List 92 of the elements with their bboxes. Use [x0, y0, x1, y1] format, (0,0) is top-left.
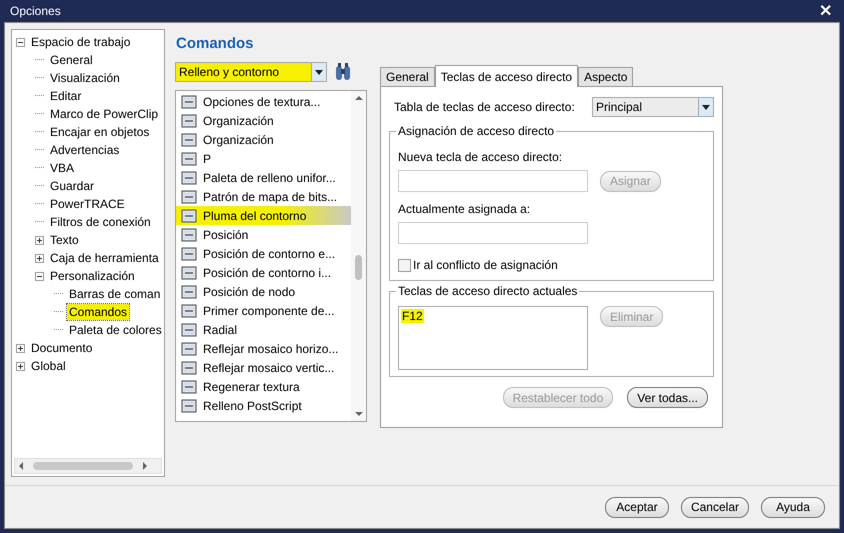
command-item[interactable]: Reflejar mosaico horizo... [176, 339, 351, 358]
expander-icon[interactable] [35, 254, 44, 262]
command-icon [181, 150, 197, 166]
command-item[interactable]: Opciones de textura... [176, 92, 351, 111]
command-item[interactable]: P [176, 149, 351, 168]
scroll-right-arrow-icon[interactable] [142, 462, 148, 470]
tree-item[interactable]: Marco de PowerClip [48, 106, 160, 122]
expander-icon[interactable] [16, 344, 25, 352]
command-item[interactable]: Paleta de relleno unifor... [176, 168, 351, 187]
command-icon [181, 264, 197, 280]
dialog-button[interactable]: Ayuda [761, 496, 825, 518]
command-item[interactable]: Reflejar mosaico vertic... [176, 358, 351, 377]
checkbox-label: Ir al conflicto de asignación [413, 258, 558, 272]
field-label: Nueva tecla de acceso directo: [398, 150, 564, 164]
tree-item[interactable]: Caja de herramienta [48, 250, 161, 266]
command-icon [181, 302, 197, 318]
tree-item[interactable]: Advertencias [48, 142, 122, 158]
command-icon [181, 132, 197, 148]
tree-item[interactable]: Personalización [48, 268, 137, 284]
tree-item[interactable]: Global [29, 358, 68, 374]
tree-item[interactable]: Guardar [48, 178, 96, 194]
command-icon [181, 112, 197, 128]
tree-item[interactable]: Filtros de conexión [48, 214, 153, 230]
group-title: Asignación de acceso directo [396, 124, 556, 138]
command-item[interactable]: Posición [176, 225, 351, 244]
command-item[interactable]: Primer componente de... [176, 301, 351, 320]
tab[interactable]: Aspecto [578, 67, 634, 86]
checkbox[interactable] [398, 258, 411, 272]
horizontal-scrollbar[interactable] [14, 458, 162, 474]
command-icon [181, 398, 197, 414]
tree-item[interactable]: Editar [48, 88, 84, 104]
command-item[interactable]: Relleno PostScript [176, 396, 351, 415]
command-icon [181, 246, 197, 262]
command-item[interactable]: Pluma del contorno [176, 206, 351, 225]
scroll-left-arrow-icon[interactable] [18, 462, 24, 470]
tab[interactable]: Teclas de acceso directo [434, 65, 578, 87]
dropdown-arrow-icon[interactable] [702, 104, 710, 110]
command-icon [181, 360, 197, 376]
command-item[interactable]: Regenerar textura [176, 377, 351, 396]
command-item[interactable]: Posición de contorno e... [176, 244, 351, 263]
tree-item[interactable]: Encajar en objetos [48, 124, 152, 140]
shortcut-table-dropdown[interactable]: Principal [592, 97, 714, 117]
expander-icon[interactable] [35, 272, 44, 280]
command-icon [181, 378, 197, 394]
tree-item[interactable]: Paleta de colores [67, 322, 164, 338]
vertical-scrollbar[interactable] [351, 91, 366, 421]
command-icon [181, 208, 197, 224]
window-title: Opciones [9, 4, 61, 18]
scroll-thumb[interactable] [33, 462, 133, 470]
command-item[interactable]: Patrón de mapa de bits... [176, 187, 351, 206]
command-icon [181, 340, 197, 356]
tab[interactable]: General [380, 67, 435, 86]
command-item[interactable]: Organización [176, 130, 351, 149]
command-icon [181, 170, 197, 186]
tree-item[interactable]: Comandos [67, 304, 130, 320]
command-icon [181, 322, 197, 338]
input-field[interactable] [398, 170, 588, 192]
tree-item[interactable]: Visualización [48, 70, 122, 86]
tree-item[interactable]: Espacio de trabajo [29, 34, 132, 50]
scroll-up-arrow-icon[interactable] [354, 95, 362, 101]
command-item[interactable]: Posición de contorno i... [176, 263, 351, 282]
input-field[interactable] [398, 222, 588, 244]
expander-icon[interactable] [35, 236, 44, 244]
field-label: Actualmente asignada a: [398, 202, 532, 216]
command-item[interactable]: Organización [176, 111, 351, 130]
tree-item[interactable]: PowerTRACE [48, 196, 127, 212]
close-button[interactable]: ✕ [811, 1, 840, 21]
category-dropdown[interactable]: Relleno y contorno [175, 62, 327, 82]
tree-item[interactable]: Barras de coman [67, 286, 162, 302]
dialog-button[interactable]: Aceptar [604, 496, 669, 518]
dropdown-arrow-icon[interactable] [315, 70, 323, 74]
command-icon [181, 188, 197, 204]
command-icon [181, 284, 197, 300]
command-item[interactable]: Posición de nodo [176, 282, 351, 301]
field-label: Tabla de teclas de acceso directo: [394, 100, 575, 114]
expander-icon[interactable] [16, 362, 25, 370]
scroll-thumb[interactable] [355, 255, 362, 280]
binoculars-icon[interactable] [335, 62, 351, 82]
view-all-button[interactable]: Ver todas... [627, 387, 708, 408]
expander-icon[interactable] [16, 38, 25, 46]
page-heading: Comandos [175, 34, 255, 54]
tree-item[interactable]: Documento [29, 340, 94, 356]
tree-item[interactable]: General [48, 52, 95, 68]
command-item[interactable]: Radial [176, 320, 351, 339]
command-icon [181, 94, 197, 110]
shortcut-key[interactable]: F12 [401, 309, 424, 323]
scroll-down-arrow-icon[interactable] [354, 411, 362, 417]
group-title: Teclas de acceso directo actuales [396, 284, 580, 298]
tree-item[interactable]: Texto [48, 232, 81, 248]
command-icon [181, 226, 197, 242]
tree-item[interactable]: VBA [48, 160, 76, 176]
dialog-button[interactable]: Cancelar [680, 496, 749, 518]
